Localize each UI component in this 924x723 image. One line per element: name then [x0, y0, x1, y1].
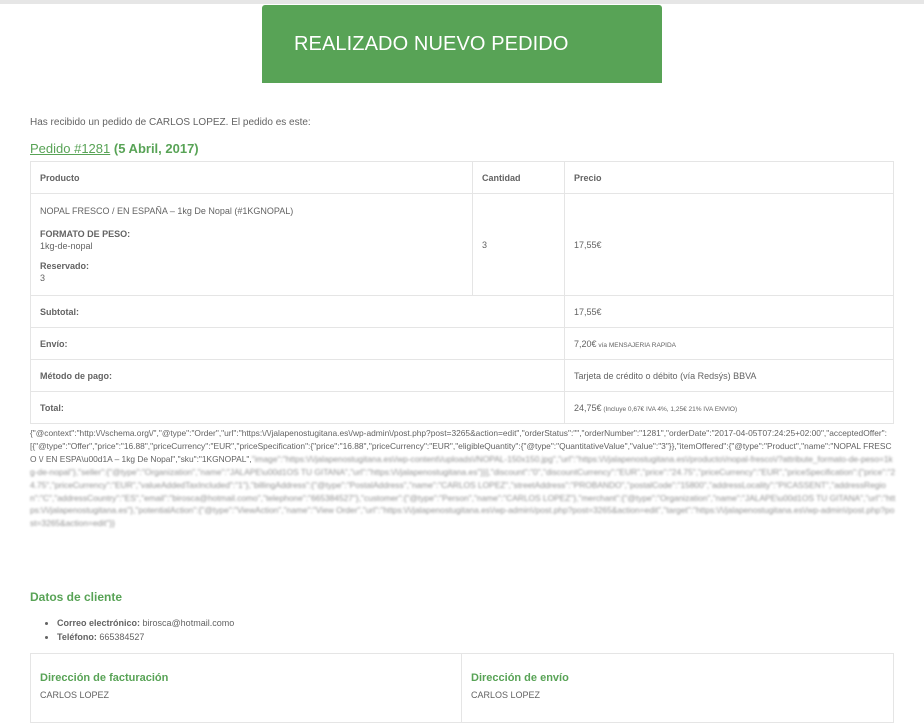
order-date: (5 Abril, 2017)	[110, 141, 199, 156]
table-row: NOPAL FRESCO / EN ESPAÑA – 1kg De Nopal …	[30, 193, 894, 296]
email-header: REALIZADO NUEVO PEDIDO	[262, 5, 662, 83]
list-item: Correo electrónico: birosca@hotmail.como	[57, 616, 234, 630]
subtotal-label: Subtotal:	[30, 295, 565, 328]
table-header-row: Producto Cantidad Precio	[30, 161, 894, 194]
billing-name: CARLOS LOPEZ	[40, 690, 110, 700]
item-quantity: 3	[472, 193, 565, 296]
customer-section-title: Datos de cliente	[30, 590, 123, 604]
subtotal-row: Subtotal: 17,55€	[30, 295, 894, 328]
header-product: Producto	[30, 161, 473, 194]
customer-details-list: Correo electrónico: birosca@hotmail.como…	[30, 616, 234, 644]
shipping-address: Dirección de envío CARLOS LOPEZ	[462, 653, 894, 723]
header-quantity: Cantidad	[472, 161, 565, 194]
order-link[interactable]: Pedido #1281	[30, 141, 110, 156]
json-ld-text: {"@context":"http:\/\/schema.org\/","@ty…	[30, 427, 896, 530]
billing-address-title: Dirección de facturación	[40, 672, 169, 684]
list-item: Teléfono: 665384527	[57, 630, 234, 644]
phone-label: Teléfono:	[57, 632, 97, 642]
billing-address: Dirección de facturación CARLOS LOPEZ	[30, 653, 462, 723]
item-cell: NOPAL FRESCO / EN ESPAÑA – 1kg De Nopal …	[30, 193, 473, 296]
shipping-name: CARLOS LOPEZ	[471, 690, 541, 700]
top-divider	[0, 0, 924, 4]
payment-row: Método de pago: Tarjeta de crédito o déb…	[30, 359, 894, 392]
email-value: birosca@hotmail.como	[140, 618, 235, 628]
addresses: Dirección de facturación CARLOS LOPEZ Di…	[30, 653, 894, 723]
subtotal-value: 17,55€	[564, 295, 894, 328]
shipping-address-title: Dirección de envío	[471, 672, 569, 684]
total-row: Total: 24,75€ (Incluye 0,67€ IVA 4%, 1,2…	[30, 391, 894, 424]
order-table: Producto Cantidad Precio NOPAL FRESCO / …	[30, 161, 894, 424]
item-price: 17,55€	[564, 193, 894, 296]
payment-label: Método de pago:	[30, 359, 565, 392]
shipping-note: vía MENSAJERIA RAPIDA	[596, 341, 676, 349]
total-label: Total:	[30, 391, 565, 424]
payment-value: Tarjeta de crédito o débito (vía Redsýs)…	[564, 359, 894, 392]
item-reserved-value: 3	[40, 273, 46, 283]
header-title: REALIZADO NUEVO PEDIDO	[294, 32, 569, 55]
intro-text: Has recibido un pedido de CARLOS LOPEZ. …	[30, 117, 311, 128]
shipping-row: Envío: 7,20€ vía MENSAJERIA RAPIDA	[30, 327, 894, 360]
item-meta-value: 1kg-de-nopal	[40, 241, 93, 251]
shipping-label: Envío:	[30, 327, 565, 360]
item-meta-label: FORMATO DE PESO:	[40, 229, 131, 239]
shipping-cell: 7,20€ vía MENSAJERIA RAPIDA	[564, 327, 894, 360]
email-label: Correo electrónico:	[57, 618, 141, 628]
total-note: (Incluye 0,67€ IVA 4%, 1,25€ 21% IVA ENV…	[601, 405, 738, 413]
item-reserved-label: Reservado:	[40, 261, 90, 271]
total-value: 24,75€	[574, 402, 602, 413]
json-ld-blurred: "image":"https:\/\/jalapenostugitana.es\…	[30, 453, 896, 529]
phone-value: 665384527	[96, 632, 145, 642]
header-price: Precio	[564, 161, 894, 194]
total-cell: 24,75€ (Incluye 0,67€ IVA 4%, 1,25€ 21% …	[564, 391, 894, 424]
item-name: NOPAL FRESCO / EN ESPAÑA – 1kg De Nopal …	[40, 206, 294, 216]
order-heading: Pedido #1281 (5 Abril, 2017)	[30, 141, 199, 156]
shipping-value: 7,20€	[574, 338, 597, 349]
